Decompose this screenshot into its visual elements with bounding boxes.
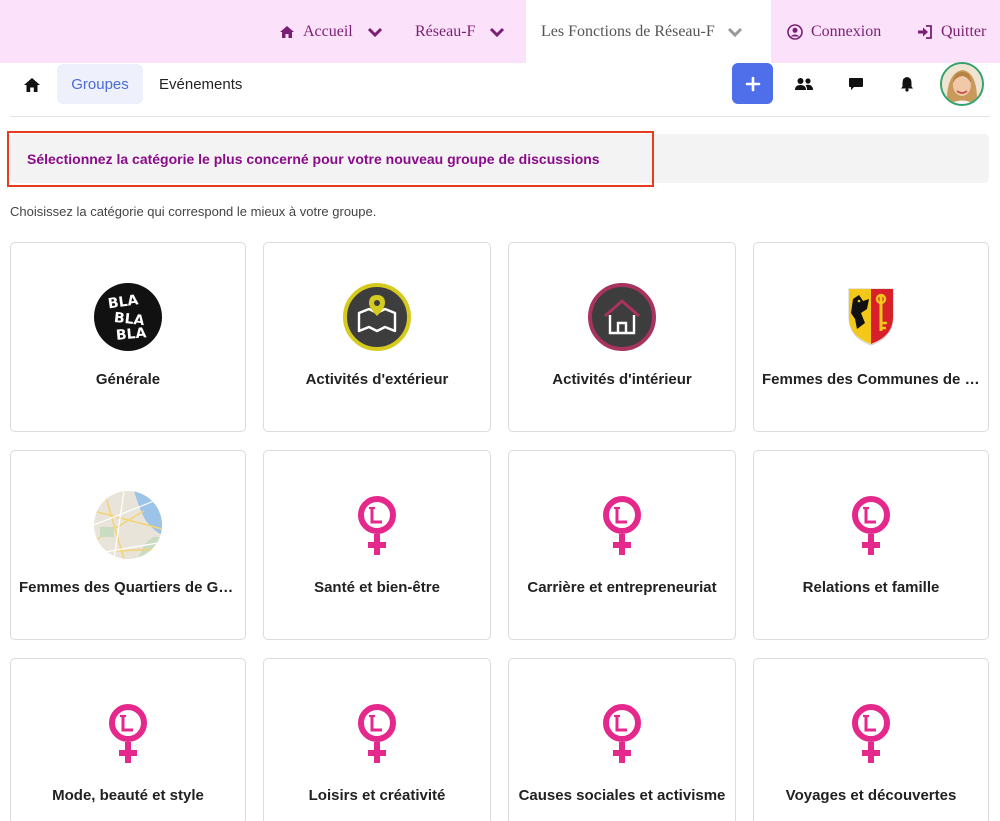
category-card[interactable]: Femmes des Communes de Genève	[753, 242, 989, 432]
members-button[interactable]	[784, 63, 824, 104]
category-card[interactable]: Causes sociales et activisme	[508, 658, 736, 821]
venus-l-icon	[343, 491, 411, 559]
chevron-down-icon	[727, 24, 743, 40]
venus-l-icon	[837, 491, 905, 559]
nav-home[interactable]: Accueil	[279, 0, 383, 63]
geneva-coat-of-arms-icon	[837, 283, 905, 351]
venus-l-icon	[837, 699, 905, 767]
notifications-button[interactable]	[887, 63, 927, 104]
home-icon	[279, 24, 295, 40]
nav-functions[interactable]: Les Fonctions de Réseau-F	[526, 0, 771, 63]
nav-quit[interactable]: Quitter	[917, 0, 986, 63]
category-label: Mode, beauté et style	[52, 787, 204, 804]
category-label: Relations et famille	[802, 579, 940, 596]
nav-functions-label: Les Fonctions de Réseau-F	[541, 22, 715, 40]
category-label: Causes sociales et activisme	[518, 787, 726, 804]
category-card[interactable]: Santé et bien-être	[263, 450, 491, 640]
category-card[interactable]: Activités d'extérieur	[263, 242, 491, 432]
venus-l-icon	[343, 699, 411, 767]
chat-bubble-icon	[849, 77, 863, 90]
banner-text: Sélectionnez la catégorie le plus concer…	[27, 151, 600, 167]
create-button[interactable]	[732, 63, 773, 104]
tab-groups[interactable]: Groupes	[57, 64, 143, 104]
category-label: Femmes des Communes de Genève	[762, 371, 980, 388]
category-card[interactable]: Femmes des Quartiers de Genève	[10, 450, 246, 640]
category-label: Activités d'extérieur	[305, 371, 449, 388]
nav-quit-label: Quitter	[941, 22, 987, 40]
bell-icon	[901, 76, 913, 92]
category-card[interactable]: Voyages et découvertes	[753, 658, 989, 821]
blabla-word-3: BLA	[115, 325, 147, 344]
nav-login[interactable]: Connexion	[787, 0, 881, 63]
sign-in-icon	[917, 24, 933, 40]
home-icon	[24, 78, 40, 92]
category-card[interactable]: Mode, beauté et style	[10, 658, 246, 821]
category-card[interactable]: Loisirs et créativité	[263, 658, 491, 821]
nav-network-label: Réseau-F	[415, 22, 476, 40]
chevron-down-icon	[489, 24, 505, 40]
nav-network[interactable]: Réseau-F	[415, 0, 505, 63]
site-navbar: Accueil Réseau-F Les Fonctions de Réseau…	[0, 0, 1000, 63]
user-avatar[interactable]	[940, 62, 984, 106]
category-card[interactable]: Activités d'intérieur	[508, 242, 736, 432]
category-label: Activités d'intérieur	[552, 371, 692, 388]
nav-login-label: Connexion	[811, 22, 882, 40]
messages-button[interactable]	[836, 63, 876, 104]
category-label: Générale	[95, 371, 161, 388]
category-hint: Choisissez la catégorie qui correspond l…	[10, 204, 377, 219]
plus-icon	[745, 76, 760, 91]
home-button[interactable]	[22, 75, 42, 95]
venus-l-icon	[588, 491, 656, 559]
category-card[interactable]: BLA BLA BLA Générale	[10, 242, 246, 432]
category-label: Carrière et entrepreneuriat	[527, 579, 717, 596]
category-card[interactable]: Relations et famille	[753, 450, 989, 640]
chevron-down-icon	[367, 24, 383, 40]
nav-home-label: Accueil	[303, 22, 353, 40]
category-label: Femmes des Quartiers de Genève	[19, 579, 237, 596]
user-circle-icon	[787, 23, 803, 40]
map-pin-icon	[343, 283, 411, 351]
avatar-photo-icon	[942, 64, 982, 104]
category-card[interactable]: Carrière et entrepreneuriat	[508, 450, 736, 640]
venus-l-icon	[94, 699, 162, 767]
map-icon	[94, 491, 162, 559]
category-label: Voyages et découvertes	[785, 787, 957, 804]
venus-l-icon	[588, 699, 656, 767]
groups-subnav: Groupes Evénements	[10, 62, 990, 117]
house-icon	[588, 283, 656, 351]
users-icon	[795, 77, 813, 90]
blabla-icon: BLA BLA BLA	[94, 283, 162, 351]
category-label: Loisirs et créativité	[308, 787, 446, 804]
category-label: Santé et bien-être	[314, 579, 440, 596]
tab-events[interactable]: Evénements	[159, 64, 242, 104]
